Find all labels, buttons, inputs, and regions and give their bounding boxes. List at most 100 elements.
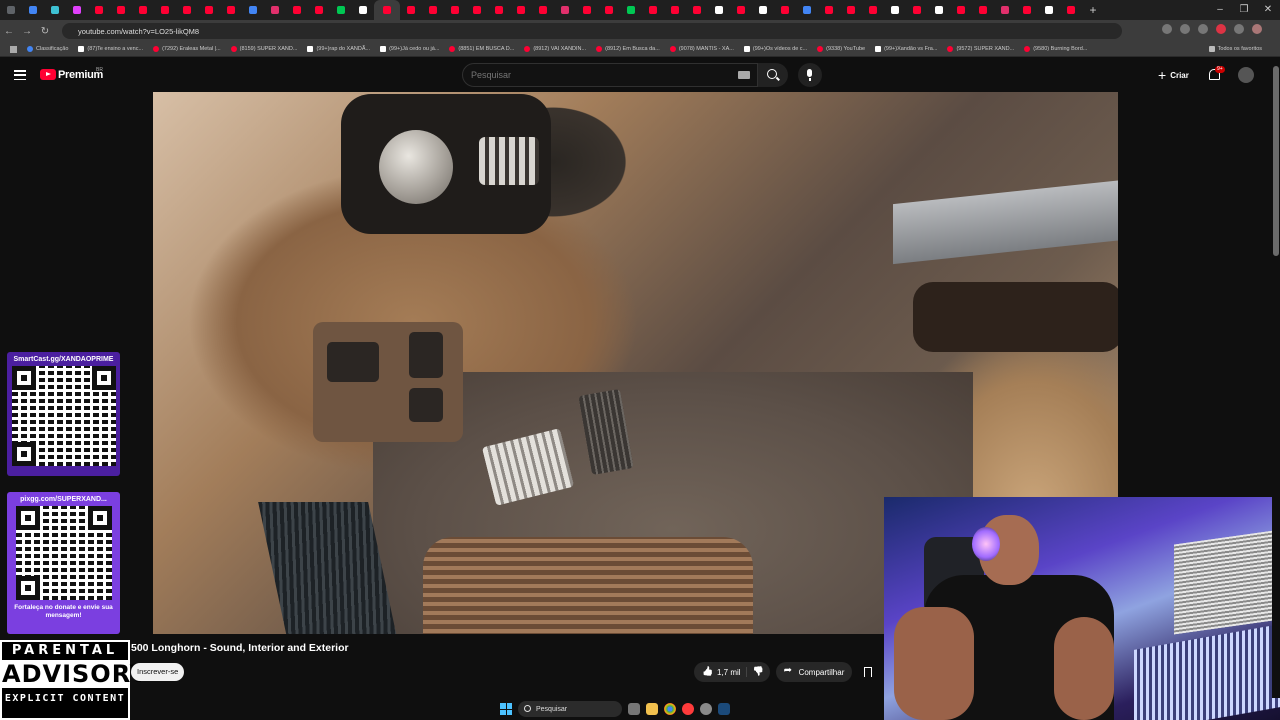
browser-tab[interactable]: [532, 0, 554, 20]
browser-tab[interactable]: [752, 0, 774, 20]
browser-tab[interactable]: [884, 0, 906, 20]
scrollbar-thumb[interactable]: [1273, 66, 1279, 256]
browser-tab[interactable]: [1060, 0, 1082, 20]
browser-tab[interactable]: [132, 0, 154, 20]
browser-tab[interactable]: [708, 0, 730, 20]
bookmark-item[interactable]: (8159) SUPER XAND...: [230, 46, 297, 52]
browser-tab[interactable]: [242, 0, 264, 20]
address-bar[interactable]: youtube.com/watch?v=LO25-likQM8: [62, 23, 1122, 39]
star-icon[interactable]: [1198, 24, 1208, 34]
browser-tab[interactable]: [1016, 0, 1038, 20]
browser-tab[interactable]: [928, 0, 950, 20]
bookmark-item[interactable]: (99+)Xandão vs Fra...: [875, 46, 937, 52]
browser-tab[interactable]: [66, 0, 88, 20]
browser-tab[interactable]: [840, 0, 862, 20]
browser-tab[interactable]: [642, 0, 664, 20]
browser-tab[interactable]: [176, 0, 198, 20]
forward-icon[interactable]: →: [18, 26, 36, 37]
search-button[interactable]: [758, 63, 788, 87]
browser-tab[interactable]: [598, 0, 620, 20]
bookmark-item[interactable]: (9078) MANTIS - XA...: [669, 46, 734, 52]
taskbar-search[interactable]: Pesquisar: [518, 701, 622, 717]
share-button[interactable]: Compartilhar: [775, 662, 853, 682]
browser-tab[interactable]: [198, 0, 220, 20]
browser-tab[interactable]: [554, 0, 576, 20]
apps-icon[interactable]: [10, 45, 17, 53]
browser-tab[interactable]: [286, 0, 308, 20]
bookmark-item[interactable]: (99+)Os vídeos de c...: [743, 46, 807, 52]
browser-tab[interactable]: [1038, 0, 1060, 20]
dislike-icon[interactable]: [745, 667, 762, 677]
all-bookmarks-folder[interactable]: Todos os favoritos: [1208, 46, 1262, 52]
reload-icon[interactable]: ↻: [36, 26, 54, 37]
youtube-logo-icon[interactable]: [40, 69, 56, 80]
bookmark-item[interactable]: (8851) EM BUSCA D...: [449, 46, 514, 52]
browser-tab[interactable]: [88, 0, 110, 20]
minimize-button[interactable]: –: [1208, 0, 1232, 20]
extension-icon[interactable]: [1216, 24, 1226, 34]
puzzle-icon[interactable]: [1234, 24, 1244, 34]
browser-tab[interactable]: [0, 0, 22, 20]
chrome-icon[interactable]: [664, 703, 676, 715]
browser-tab[interactable]: [818, 0, 840, 20]
bookmark-item[interactable]: (8912) VAI XANDIN...: [524, 46, 586, 52]
bookmark-item[interactable]: (8912) Em Busca da...: [596, 46, 660, 52]
bookmark-item[interactable]: (9580) Burning Bord...: [1024, 46, 1087, 52]
close-window-button[interactable]: ✕: [1256, 0, 1280, 20]
browser-tab[interactable]: [308, 0, 330, 20]
browser-tab[interactable]: [664, 0, 686, 20]
browser-tab[interactable]: [110, 0, 132, 20]
browser-tab[interactable]: [22, 0, 44, 20]
browser-tab[interactable]: [796, 0, 818, 20]
install-app-icon[interactable]: [1162, 24, 1172, 34]
browser-tab[interactable]: [220, 0, 242, 20]
folder-icon[interactable]: [646, 703, 658, 715]
voice-search-icon[interactable]: [798, 63, 822, 87]
browser-tab[interactable]: [774, 0, 796, 20]
menu-icon[interactable]: [14, 70, 26, 80]
browser-tab[interactable]: [330, 0, 352, 20]
zoom-icon[interactable]: [1180, 24, 1190, 34]
keyboard-icon[interactable]: [738, 71, 750, 79]
bookmark-item[interactable]: (99+)rap do XANDÃ...: [307, 46, 370, 52]
bookmark-item[interactable]: (87)Te ensino a venc...: [78, 46, 143, 52]
bookmark-item[interactable]: (9338) YouTube: [817, 46, 865, 52]
file-explorer-icon[interactable]: [628, 703, 640, 715]
like-icon[interactable]: [702, 667, 712, 677]
bookmark-item[interactable]: (9572) SUPER XAND...: [947, 46, 1014, 52]
browser-tab[interactable]: [154, 0, 176, 20]
browser-tab[interactable]: [352, 0, 374, 20]
profile-icon[interactable]: [1252, 24, 1262, 34]
browser-tab[interactable]: [950, 0, 972, 20]
bookmark-item[interactable]: Classificação: [27, 46, 68, 52]
browser-tab[interactable]: [44, 0, 66, 20]
browser-tab[interactable]: [972, 0, 994, 20]
browser-tab[interactable]: [444, 0, 466, 20]
search-input[interactable]: [462, 63, 758, 87]
avatar[interactable]: [1238, 67, 1254, 83]
browser-tab[interactable]: [264, 0, 286, 20]
maximize-button[interactable]: ❐: [1232, 0, 1256, 20]
obs-icon[interactable]: [682, 703, 694, 715]
browser-tab[interactable]: [862, 0, 884, 20]
browser-tab[interactable]: [576, 0, 598, 20]
browser-tab[interactable]: [620, 0, 642, 20]
steam-icon[interactable]: [718, 703, 730, 715]
browser-tab[interactable]: [488, 0, 510, 20]
browser-tab[interactable]: [374, 0, 400, 20]
create-button[interactable]: + Criar: [1152, 66, 1195, 84]
back-icon[interactable]: ←: [0, 26, 18, 37]
save-button[interactable]: [858, 662, 878, 682]
browser-tab[interactable]: [400, 0, 422, 20]
browser-tab[interactable]: [906, 0, 928, 20]
settings-icon[interactable]: [700, 703, 712, 715]
browser-tab[interactable]: [466, 0, 488, 20]
bookmark-item[interactable]: (7292) Eraleas Metal |...: [153, 46, 221, 52]
browser-tab[interactable]: [510, 0, 532, 20]
windows-start-icon[interactable]: [500, 703, 512, 715]
browser-tab[interactable]: [730, 0, 752, 20]
browser-tab[interactable]: [422, 0, 444, 20]
browser-tab[interactable]: [686, 0, 708, 20]
new-tab-icon[interactable]: +: [1082, 0, 1104, 20]
subscribe-button[interactable]: Inscrever-se: [131, 663, 185, 681]
